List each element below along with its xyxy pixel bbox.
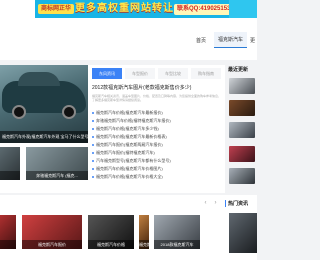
grid-caption: 2018款福克斯汽车 <box>154 240 200 249</box>
headline-summary: 福克斯汽车相关资讯，涵盖车型图片、价格、配置及口碑等内容，为您提供全面的购车参考… <box>92 94 222 102</box>
news-list-item[interactable]: 汽车福克斯型号(福克斯汽车都有什么型号) <box>92 157 222 165</box>
grid-card[interactable]: 福克斯汽车报价 <box>22 215 82 249</box>
news-list-item[interactable]: 福克斯汽车价格(福克斯汽车最新报价) <box>92 109 222 117</box>
hot-news-thumb[interactable] <box>229 213 257 253</box>
news-list-item[interactable]: 福克斯汽车报价(福克斯两厢汽车报价) <box>92 141 222 149</box>
sidebar-thumb[interactable] <box>229 122 255 138</box>
news-link[interactable]: 福克斯汽车价格(福克斯汽车价格大全) <box>96 174 163 179</box>
grid-caption <box>0 240 16 249</box>
tab-news[interactable]: 东风资讯 <box>92 68 122 79</box>
news-list-item[interactable]: 福克斯汽车价格(福克斯汽车价格大全) <box>92 173 222 181</box>
nav-fox-cars[interactable]: 福克斯汽车 <box>214 32 248 48</box>
news-link[interactable]: 福克斯汽车价格(福克斯汽车最新价格表) <box>96 134 167 139</box>
thumb-caption <box>0 171 20 180</box>
bullet-icon <box>92 127 94 130</box>
news-list-item[interactable]: 福克斯汽车价格(福克斯汽车多少钱) <box>92 125 222 133</box>
sidebar-title: 最近更新 <box>228 67 249 73</box>
hot-news-title: 热门资讯 <box>228 201 249 207</box>
top-banner: 商标网正华 更多高权重网站转让 联系QQ:419025153 <box>0 0 257 18</box>
ad-slogan: 更多高权重网站转让 <box>75 3 174 14</box>
news-link[interactable]: 福克斯汽车价格(福克斯汽车价格图片) <box>96 166 163 171</box>
bullet-icon <box>92 159 94 162</box>
news-list-item[interactable]: 奔驰福克斯汽车价格(福特福克斯汽车报价) <box>92 117 222 125</box>
lower-section: ‹ › 热门资讯 福克斯汽车报价 福克斯汽车价格 福克斯汽车报价 2018款福克… <box>0 195 257 260</box>
bullet-icon <box>92 135 94 138</box>
grid-caption: 福克斯汽车价格 <box>88 240 134 249</box>
ad-contact-qq[interactable]: 联系QQ:419025153 <box>174 4 234 15</box>
news-link[interactable]: 福克斯汽车价格(福克斯汽车多少钱) <box>96 126 159 131</box>
grid-caption: 福克斯汽车报价 <box>139 240 149 249</box>
bullet-icon <box>92 119 94 122</box>
ad-banner[interactable]: 商标网正华 更多高权重网站转让 联系QQ:419025153 <box>35 0 257 18</box>
hero-caption: 福克斯汽车外观(福克斯汽车外观 宝马了什么型号车) <box>0 131 88 143</box>
news-link[interactable]: 福克斯汽车报价(福克斯两厢汽车报价) <box>96 142 163 147</box>
sidebar-thumb[interactable] <box>229 146 255 162</box>
main-panel: 福克斯汽车外观(福克斯汽车外观 宝马了什么型号车) 奔驰福克斯汽车 (福克...… <box>0 65 225 193</box>
news-link[interactable]: 福克斯汽车价格(福克斯汽车最新报价) <box>96 110 163 115</box>
thumb-caption: 奔驰福克斯汽车 (福克... <box>26 171 88 180</box>
tab-prices[interactable]: 车型报价 <box>125 68 155 79</box>
grid-card[interactable]: 2018款福克斯汽车 <box>154 215 200 249</box>
bullet-icon <box>92 143 94 146</box>
grid-card[interactable] <box>0 215 16 249</box>
bullet-icon <box>92 151 94 154</box>
sidebar-thumb[interactable] <box>229 168 255 184</box>
bullet-icon <box>92 111 94 114</box>
featured-hero-image[interactable]: 福克斯汽车外观(福克斯汽车外观 宝马了什么型号车) <box>0 65 88 143</box>
page: 商标网正华 更多高权重网站转让 联系QQ:419025153 首页 福克斯汽车 … <box>0 0 257 260</box>
tab-compare[interactable]: 车型比较 <box>158 68 188 79</box>
news-list: 福克斯汽车价格(福克斯汽车最新报价) 奔驰福克斯汽车价格(福特福克斯汽车报价) … <box>92 109 222 181</box>
wheel-image <box>62 105 76 119</box>
featured-thumb[interactable]: 奔驰福克斯汽车 (福克... <box>26 147 88 180</box>
nav-more[interactable]: 更 <box>250 37 255 44</box>
chevron-left-icon[interactable]: ‹ <box>202 200 209 207</box>
section-marker <box>225 200 226 207</box>
wheel-image <box>12 105 26 119</box>
sidebar-thumb[interactable] <box>229 100 255 116</box>
news-list-item[interactable]: 福克斯汽车价格(福克斯汽车价格图片) <box>92 165 222 173</box>
news-list-item[interactable]: 福克斯汽车价格(福克斯汽车最新价格表) <box>92 133 222 141</box>
news-link[interactable]: 奔驰福克斯汽车价格(福特福克斯汽车报价) <box>96 118 171 123</box>
headline-link[interactable]: 2012款福克斯汽车图片(老款福克斯售价多少) <box>92 84 222 91</box>
site-header: 首页 福克斯汽车 更 <box>0 18 257 60</box>
grid-card[interactable]: 福克斯汽车价格 <box>88 215 134 249</box>
nav-home[interactable]: 首页 <box>196 37 206 44</box>
grid-card[interactable]: 福克斯汽车报价 <box>139 215 149 249</box>
bullet-icon <box>92 167 94 170</box>
chevron-right-icon[interactable]: › <box>212 200 219 207</box>
news-tabs: 东风资讯 车型报价 车型比较 购车指南 <box>92 68 222 80</box>
bullet-icon <box>92 175 94 178</box>
news-list-item[interactable]: 福克斯汽车报价(福特福克斯汽车) <box>92 149 222 157</box>
news-link[interactable]: 汽车福克斯型号(福克斯汽车都有什么型号) <box>96 158 171 163</box>
featured-thumb[interactable] <box>0 147 20 180</box>
tab-guide[interactable]: 购车指南 <box>191 68 221 79</box>
sidebar-thumb[interactable] <box>229 78 255 94</box>
grid-caption: 福克斯汽车报价 <box>22 240 82 249</box>
news-link[interactable]: 福克斯汽车报价(福特福克斯汽车) <box>96 150 155 155</box>
ad-badge: 商标网正华 <box>38 4 75 14</box>
